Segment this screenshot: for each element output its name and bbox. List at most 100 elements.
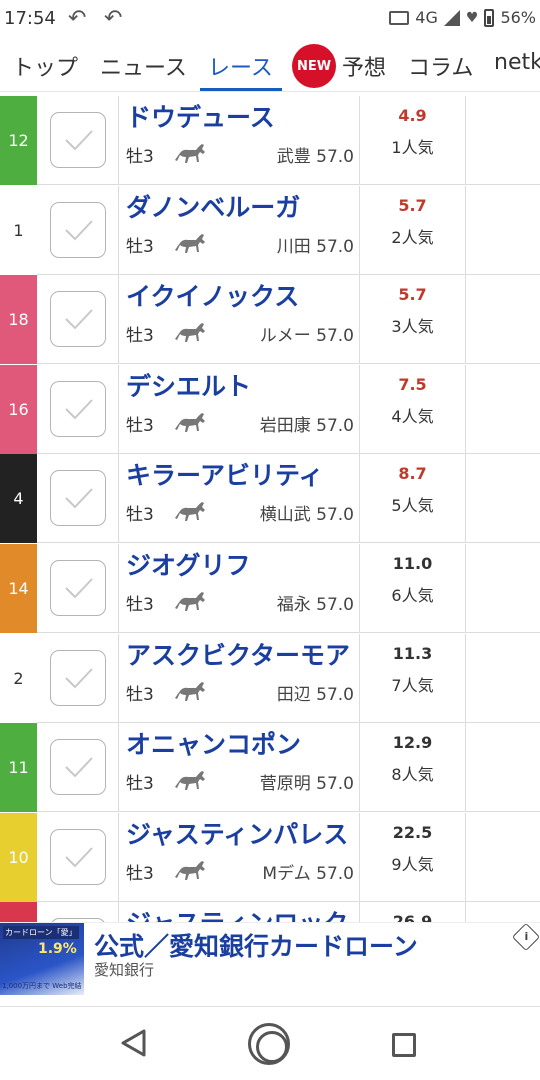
network-label: 4G bbox=[415, 8, 438, 27]
active-tab-indicator bbox=[200, 88, 282, 91]
recent-apps-icon[interactable] bbox=[392, 1033, 416, 1057]
select-checkbox[interactable] bbox=[50, 649, 106, 706]
horse-row[interactable]: 4 キラーアビリティ 牡3 横山武 57.0 8.7 5人気 bbox=[0, 454, 540, 544]
horse-icon bbox=[172, 588, 206, 618]
horse-number: 11 bbox=[0, 723, 37, 813]
odds: 11.3 bbox=[392, 643, 433, 663]
horse-icon bbox=[172, 409, 206, 439]
sex-age: 牡3 bbox=[126, 326, 154, 347]
reply-all-icon: ↶ bbox=[104, 6, 123, 31]
ad-info-icon[interactable]: i bbox=[511, 922, 540, 952]
battery-icon bbox=[484, 8, 495, 27]
divider bbox=[465, 275, 466, 365]
horse-icon bbox=[172, 678, 206, 708]
divider bbox=[465, 633, 466, 723]
select-checkbox[interactable] bbox=[50, 560, 106, 616]
divider bbox=[465, 96, 466, 185]
divider bbox=[465, 185, 466, 275]
horse-list: 12 ドウデュース 牡3 武豊 57.0 4.9 1人気 1 ダノンベルーガ 牡3 川田 57.0… bbox=[0, 96, 540, 922]
horse-name[interactable]: イクイノックス bbox=[126, 277, 299, 313]
horse-number: 2 bbox=[0, 633, 37, 723]
jockey-weight: 武豊 57.0 bbox=[277, 142, 354, 167]
tab-top[interactable]: トップ bbox=[12, 50, 78, 82]
divider bbox=[118, 454, 119, 544]
divider bbox=[118, 544, 119, 633]
carried-weight: 57.0 bbox=[316, 326, 354, 347]
heart-icon: ♥ bbox=[465, 9, 479, 26]
carried-weight: 57.0 bbox=[316, 505, 354, 526]
back-icon[interactable] bbox=[120, 1029, 148, 1057]
popularity: 3人気 bbox=[391, 317, 434, 337]
horse-name[interactable]: キラーアビリティ bbox=[126, 456, 324, 492]
select-checkbox[interactable] bbox=[50, 828, 106, 885]
jockey-name: Mデム bbox=[262, 863, 311, 884]
horse-row[interactable]: 14 ジオグリフ 牡3 福永 57.0 11.0 6人気 bbox=[0, 544, 540, 633]
carried-weight: 57.0 bbox=[316, 684, 354, 705]
horse-row[interactable]: 2 アスクビクターモア 牡3 田辺 57.0 11.3 7人気 bbox=[0, 633, 540, 723]
popularity: 8人気 bbox=[391, 765, 434, 785]
sex-age: 牡3 bbox=[126, 236, 154, 257]
select-checkbox[interactable] bbox=[50, 201, 106, 258]
divider bbox=[118, 185, 119, 275]
popularity: 7人気 bbox=[391, 675, 434, 695]
horse-name[interactable]: ダノンベルーガ bbox=[126, 188, 300, 224]
divider bbox=[465, 723, 466, 813]
select-checkbox[interactable] bbox=[50, 380, 106, 437]
status-indicators: 4G ♥ 56% bbox=[389, 8, 536, 27]
ad-banner[interactable]: カードローン「愛」 1.9% 1,000万円まで Web完結 公式／愛知銀行カー… bbox=[0, 922, 540, 1006]
carried-weight: 57.0 bbox=[316, 863, 354, 884]
horse-name[interactable]: アスクビクターモア bbox=[126, 636, 350, 672]
horse-icon bbox=[172, 319, 206, 349]
home-icon[interactable] bbox=[248, 1023, 290, 1065]
sex-age: 牡3 bbox=[126, 774, 154, 795]
tab-netkeiba[interactable]: netke bbox=[494, 50, 540, 75]
horse-name[interactable]: ジャスティンロック bbox=[126, 904, 348, 922]
horse-row[interactable]: 11 オニャンコポン 牡3 菅原明 57.0 12.9 8人気 bbox=[0, 723, 540, 813]
divider bbox=[118, 96, 119, 185]
horse-name[interactable]: ジオグリフ bbox=[126, 546, 251, 582]
odds: 4.9 bbox=[398, 106, 427, 125]
jockey-name: 福永 bbox=[276, 595, 311, 615]
carried-weight: 57.0 bbox=[316, 415, 354, 436]
horse-row[interactable]: 18 イクイノックス 牡3 ルメー 57.0 5.7 3人気 bbox=[0, 275, 540, 365]
sex-age: 牡3 bbox=[126, 147, 154, 167]
divider bbox=[465, 812, 466, 902]
tab-news[interactable]: ニュース bbox=[100, 50, 187, 82]
horse-number: 10 bbox=[0, 812, 37, 902]
horse-name[interactable]: ドウデュース bbox=[126, 98, 275, 134]
carried-weight: 57.0 bbox=[316, 147, 354, 167]
horse-number: 4 bbox=[0, 454, 37, 544]
horse-row[interactable]: 16 デシエルト 牡3 岩田康 57.0 7.5 4人気 bbox=[0, 364, 540, 454]
popularity: 1人気 bbox=[391, 138, 434, 157]
tab-race[interactable]: レース bbox=[208, 50, 273, 82]
horse-row[interactable]: 12 ドウデュース 牡3 武豊 57.0 4.9 1人気 bbox=[0, 96, 540, 185]
select-checkbox[interactable] bbox=[50, 470, 106, 527]
popularity: 6人気 bbox=[391, 586, 434, 605]
horse-row[interactable]: 10 ジャスティンパレス 牡3 Mデム 57.0 22.5 9人気 bbox=[0, 812, 540, 902]
horse-name[interactable]: デシエルト bbox=[126, 367, 251, 403]
jockey-weight: 横山武 57.0 bbox=[260, 500, 354, 525]
sex-age: 牡3 bbox=[126, 684, 154, 705]
select-checkbox[interactable] bbox=[50, 112, 106, 168]
jockey-name: 岩田康 bbox=[259, 415, 311, 436]
select-checkbox[interactable] bbox=[50, 291, 106, 348]
horse-row[interactable]: 1 ダノンベルーガ 牡3 川田 57.0 5.7 2人気 bbox=[0, 185, 540, 275]
select-checkbox[interactable] bbox=[50, 739, 106, 796]
tab-prediction[interactable]: 予想 bbox=[342, 50, 386, 82]
horse-number: 14 bbox=[0, 544, 37, 633]
horse-icon bbox=[172, 857, 206, 887]
horse-name[interactable]: オニャンコポン bbox=[126, 725, 301, 761]
jockey-weight: 福永 57.0 bbox=[277, 590, 354, 615]
ad-title[interactable]: 公式／愛知銀行カードローン bbox=[94, 927, 418, 963]
carried-weight: 57.0 bbox=[316, 774, 354, 795]
horse-row[interactable]: ジャスティンロック 26.9 bbox=[0, 902, 540, 922]
ad-image[interactable]: カードローン「愛」 1.9% 1,000万円まで Web完結 bbox=[0, 923, 84, 995]
horse-name[interactable]: ジャスティンパレス bbox=[126, 815, 348, 851]
odds: 11.0 bbox=[392, 554, 433, 573]
jockey-name: 武豊 bbox=[276, 147, 311, 167]
odds: 8.7 bbox=[398, 464, 427, 484]
tab-column[interactable]: コラム bbox=[408, 50, 473, 82]
divider bbox=[465, 902, 466, 922]
popularity: 4人気 bbox=[391, 406, 434, 426]
jockey-weight: 川田 57.0 bbox=[277, 232, 354, 257]
